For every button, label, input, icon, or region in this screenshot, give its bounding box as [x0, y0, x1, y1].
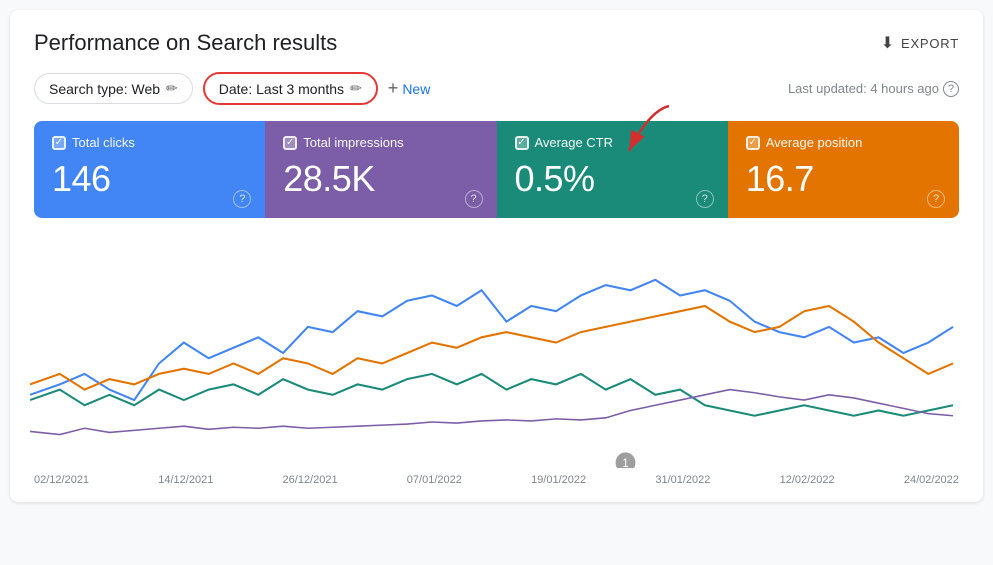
average-position-label-row: Average position	[746, 135, 941, 150]
metric-average-position[interactable]: Average position 16.7 ?	[728, 121, 959, 218]
average-position-value: 16.7	[746, 158, 941, 200]
total-impressions-line	[30, 390, 953, 435]
average-position-line	[30, 306, 953, 390]
export-label: EXPORT	[901, 36, 959, 51]
performance-chart: 1	[30, 238, 963, 468]
average-ctr-label: Average CTR	[535, 135, 614, 150]
search-type-label: Search type: Web	[49, 81, 160, 97]
export-button[interactable]: ⬇ EXPORT	[881, 33, 959, 53]
average-ctr-value: 0.5%	[515, 158, 710, 200]
x-axis-labels: 02/12/2021 14/12/2021 26/12/2021 07/01/2…	[34, 468, 959, 486]
last-updated-text: Last updated: 4 hours ago	[788, 81, 939, 96]
x-label-1: 02/12/2021	[34, 474, 89, 486]
x-label-4: 07/01/2022	[407, 474, 462, 486]
new-filter-button[interactable]: + New	[388, 78, 431, 99]
plus-icon: +	[388, 78, 399, 99]
last-updated: Last updated: 4 hours ago ?	[788, 81, 959, 97]
total-impressions-label-row: Total impressions	[283, 135, 478, 150]
total-impressions-value: 28.5K	[283, 158, 478, 200]
filter-row: Search type: Web ✏ Date: Last 3 months ✏…	[34, 72, 959, 105]
x-label-3: 26/12/2021	[283, 474, 338, 486]
total-clicks-label-row: Total clicks	[52, 135, 247, 150]
main-container: Performance on Search results ⬇ EXPORT S…	[10, 10, 983, 502]
edit-search-type-icon: ✏	[166, 80, 178, 97]
total-impressions-label: Total impressions	[303, 135, 403, 150]
download-icon: ⬇	[881, 33, 895, 53]
average-position-checkbox[interactable]	[746, 136, 760, 150]
metrics-row: Total clicks 146 ? Total impressions 28.…	[34, 121, 959, 218]
total-clicks-checkbox[interactable]	[52, 136, 66, 150]
date-filter[interactable]: Date: Last 3 months ✏	[203, 72, 378, 105]
metric-total-clicks[interactable]: Total clicks 146 ?	[34, 121, 265, 218]
x-label-7: 12/02/2022	[780, 474, 835, 486]
total-clicks-value: 146	[52, 158, 247, 200]
average-position-label: Average position	[766, 135, 863, 150]
average-ctr-checkbox[interactable]	[515, 136, 529, 150]
page-title: Performance on Search results	[34, 30, 337, 56]
x-label-8: 24/02/2022	[904, 474, 959, 486]
last-updated-help-icon[interactable]: ?	[943, 81, 959, 97]
search-type-filter[interactable]: Search type: Web ✏	[34, 73, 193, 104]
metric-average-ctr[interactable]: Average CTR 0.5% ?	[497, 121, 728, 218]
average-position-help-icon[interactable]: ?	[927, 190, 945, 208]
total-clicks-help-icon[interactable]: ?	[233, 190, 251, 208]
total-impressions-checkbox[interactable]	[283, 136, 297, 150]
header-row: Performance on Search results ⬇ EXPORT	[34, 30, 959, 56]
metric-total-impressions[interactable]: Total impressions 28.5K ?	[265, 121, 496, 218]
total-clicks-label: Total clicks	[72, 135, 135, 150]
total-clicks-line	[30, 280, 953, 400]
edit-date-icon: ✏	[350, 80, 362, 97]
chart-area: 1	[30, 238, 963, 468]
x-label-6: 31/01/2022	[655, 474, 710, 486]
x-label-5: 19/01/2022	[531, 474, 586, 486]
average-ctr-label-row: Average CTR	[515, 135, 710, 150]
svg-text:1: 1	[622, 458, 628, 468]
x-label-2: 14/12/2021	[158, 474, 213, 486]
average-ctr-help-icon[interactable]: ?	[696, 190, 714, 208]
average-ctr-line	[30, 374, 953, 416]
annotation-area: Total clicks 146 ? Total impressions 28.…	[34, 121, 959, 218]
date-label: Date: Last 3 months	[219, 81, 344, 97]
total-impressions-help-icon[interactable]: ?	[465, 190, 483, 208]
new-label: New	[402, 81, 430, 97]
